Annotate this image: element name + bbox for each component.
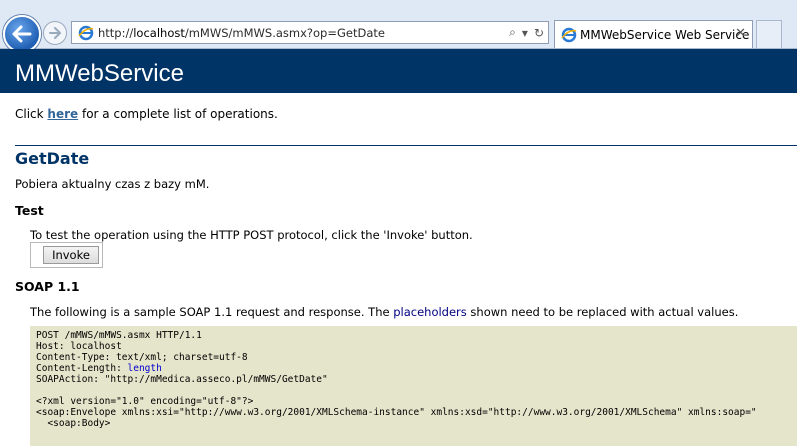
- test-instructions: To test the operation using the HTTP POS…: [30, 228, 473, 242]
- address-url: http://localhost/mMWS/mMWS.asmx?op=GetDa…: [98, 26, 385, 40]
- code-line: SOAPAction: "http://mMedica.asseco.pl/mM…: [36, 374, 328, 385]
- service-title: MMWebService: [15, 60, 184, 87]
- refresh-icon[interactable]: ↻: [534, 26, 544, 40]
- divider: [15, 145, 797, 146]
- ie-page-icon: [78, 25, 94, 41]
- soap-heading: SOAP 1.1: [15, 279, 80, 294]
- operations-list-link[interactable]: here: [47, 107, 78, 121]
- operation-description: Pobiera aktualny czas z bazy mM.: [15, 177, 210, 191]
- invoke-form: Invoke: [30, 242, 103, 268]
- tab-title: MMWebService Web Service: [580, 28, 750, 42]
- new-tab-button[interactable]: [756, 20, 782, 48]
- address-bar[interactable]: http://localhost/mMWS/mMWS.asmx?op=GetDa…: [71, 21, 549, 44]
- search-icon[interactable]: ⌕: [509, 25, 516, 40]
- intro-text: Click here for a complete list of operat…: [15, 107, 278, 121]
- soap-description: The following is a sample SOAP 1.1 reque…: [30, 305, 739, 319]
- browser-tab[interactable]: MMWebService Web Service ✕: [554, 20, 753, 48]
- dropdown-icon[interactable]: ▾: [522, 26, 528, 40]
- forward-button[interactable]: [43, 21, 67, 45]
- soap-sample-code: POST /mMWS/mMWS.asmx HTTP/1.1 Host: loca…: [30, 326, 797, 446]
- code-line: <soap:Body>: [36, 418, 111, 429]
- forward-arrow-icon: [49, 27, 61, 39]
- back-button[interactable]: [3, 15, 41, 53]
- service-heading: MMWebService: [0, 49, 797, 93]
- code-line: <soap:Envelope xmlns:xsi="http://www.w3.…: [36, 407, 757, 418]
- invoke-button[interactable]: Invoke: [43, 246, 99, 264]
- test-heading: Test: [15, 203, 44, 218]
- back-arrow-icon: [12, 25, 32, 43]
- placeholders-term: placeholders: [393, 305, 467, 319]
- close-tab-icon[interactable]: ✕: [735, 26, 746, 41]
- ie-tab-icon: [561, 27, 577, 43]
- operation-title: GetDate: [15, 149, 90, 168]
- code-placeholder: length: [127, 363, 162, 374]
- browser-toolbar: http://localhost/mMWS/mMWS.asmx?op=GetDa…: [0, 0, 797, 53]
